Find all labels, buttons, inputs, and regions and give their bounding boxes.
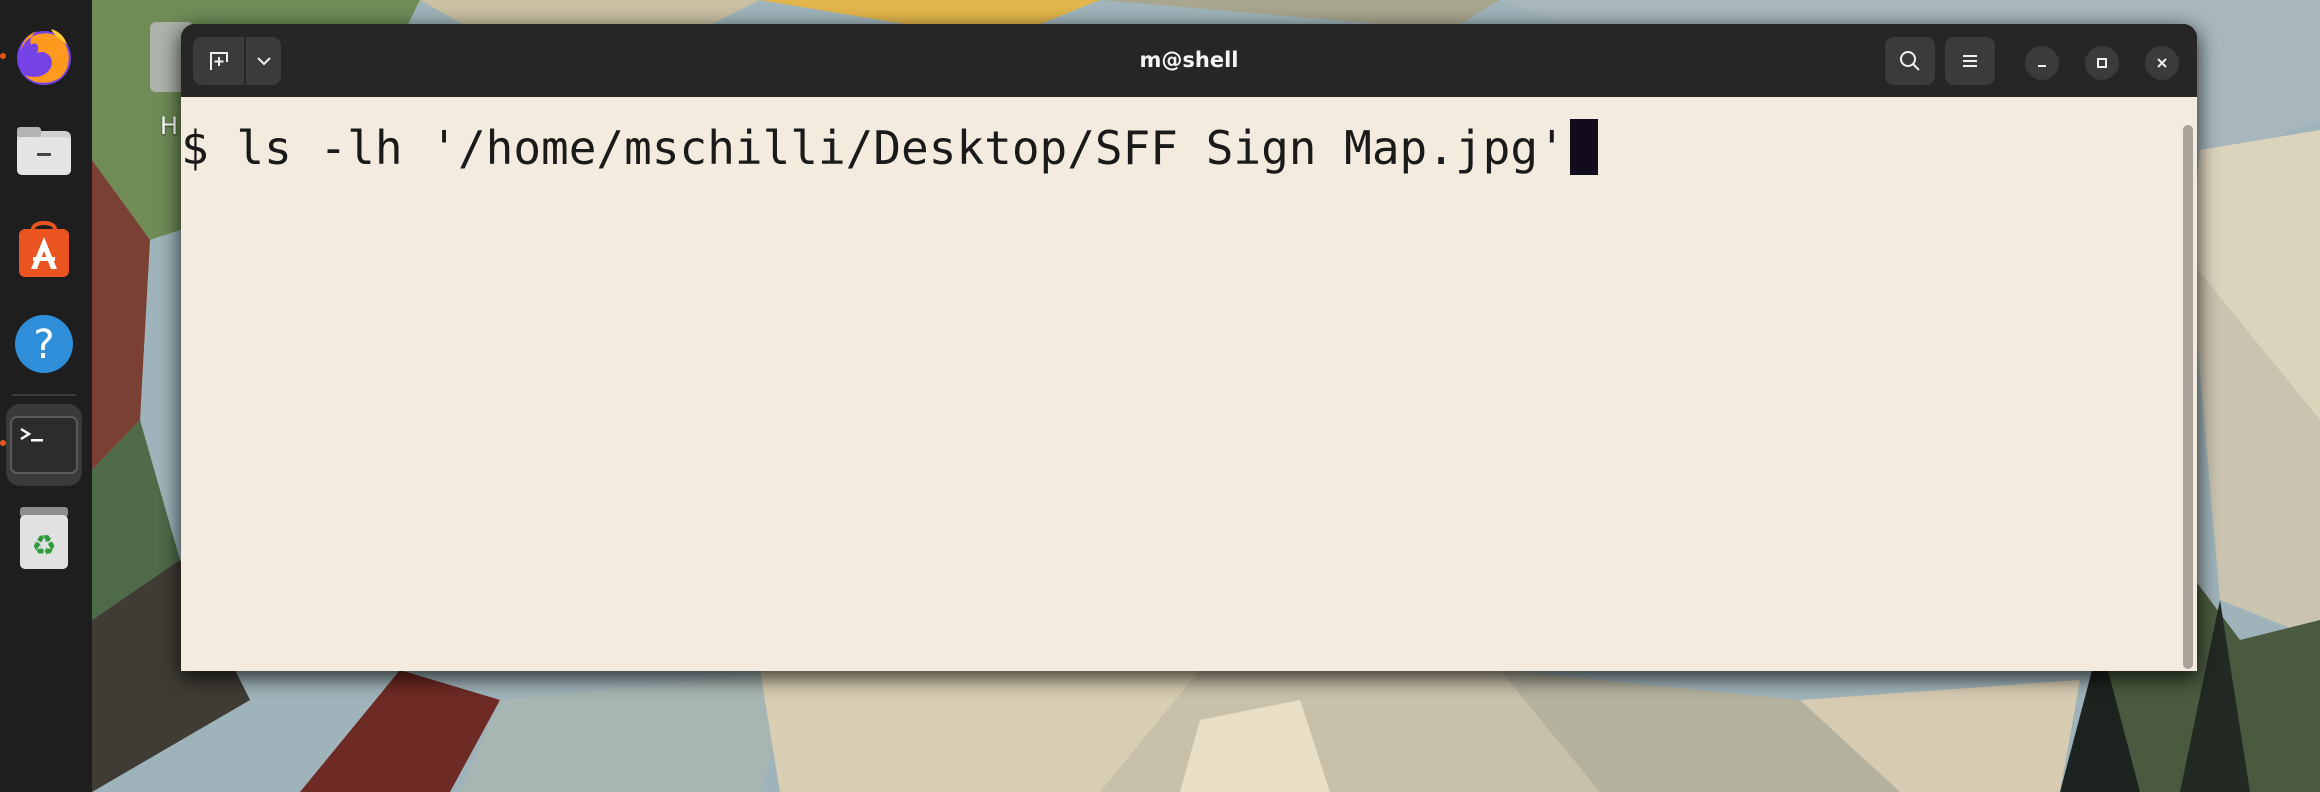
text-cursor bbox=[1569, 119, 1598, 175]
minimize-icon bbox=[2038, 65, 2046, 67]
svg-text:?: ? bbox=[33, 322, 54, 368]
minimize-button[interactable] bbox=[2025, 46, 2059, 80]
dock-item-terminal[interactable] bbox=[6, 404, 82, 486]
maximize-icon bbox=[2097, 58, 2107, 68]
terminal-content[interactable]: $ ls -lh '/home/mschilli/Desktop/SFF Sig… bbox=[181, 97, 2197, 671]
help-icon: ? bbox=[15, 315, 73, 373]
files-icon bbox=[17, 127, 71, 175]
close-icon bbox=[2157, 58, 2167, 68]
maximize-button[interactable] bbox=[2085, 46, 2119, 80]
svg-text:♻: ♻ bbox=[31, 529, 56, 562]
menu-button[interactable] bbox=[1945, 37, 1995, 85]
dock-separator bbox=[12, 394, 76, 396]
title-bar[interactable]: m@shell bbox=[181, 24, 2197, 97]
app-center-icon bbox=[19, 221, 69, 277]
dock: ? ♻ bbox=[0, 0, 92, 792]
hamburger-menu-icon bbox=[1963, 55, 1977, 67]
dock-item-files[interactable] bbox=[6, 112, 82, 188]
scrollbar[interactable] bbox=[2183, 125, 2193, 669]
home-folder-label: H bbox=[160, 112, 179, 140]
command-line: $ ls -lh '/home/mschilli/Desktop/SFF Sig… bbox=[181, 119, 1598, 177]
command-text: ls -lh '/home/mschilli/Desktop/SFF Sign … bbox=[208, 121, 1566, 175]
trash-icon: ♻ bbox=[20, 507, 68, 569]
tab-menu-button[interactable] bbox=[246, 37, 281, 85]
search-icon bbox=[1900, 51, 1920, 71]
new-tab-split-button bbox=[193, 37, 281, 85]
chevron-down-icon bbox=[256, 57, 271, 66]
close-button[interactable] bbox=[2145, 46, 2179, 80]
firefox-icon bbox=[17, 29, 71, 85]
dock-item-trash[interactable]: ♻ bbox=[6, 500, 82, 576]
dock-item-app-center[interactable] bbox=[6, 210, 82, 286]
new-tab-button[interactable] bbox=[193, 37, 244, 85]
terminal-icon bbox=[10, 416, 78, 474]
shell-prompt: $ bbox=[181, 121, 209, 175]
search-button[interactable] bbox=[1885, 37, 1935, 85]
dock-item-help[interactable]: ? bbox=[6, 306, 82, 382]
dock-item-firefox[interactable] bbox=[6, 18, 82, 94]
new-tab-icon bbox=[209, 52, 228, 70]
terminal-frame: m@shell $ ls -lh '/home/mschilli/Desktop… bbox=[181, 24, 2197, 671]
